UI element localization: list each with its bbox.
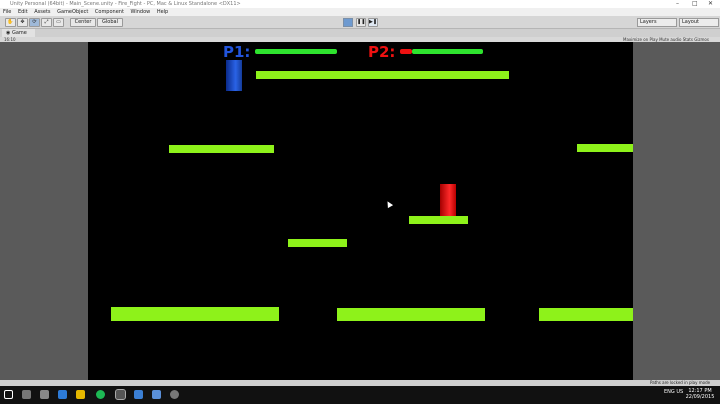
platform-left-high [169,145,274,153]
taskbar-clock[interactable]: 12:17 PM 22/09/2015 [682,388,718,400]
file-explorer-icon[interactable] [76,390,85,399]
play-button[interactable] [343,18,353,27]
p1-health-bar [255,49,337,54]
rotate-tool-button[interactable]: ⟳ [29,18,40,27]
layout-dropdown[interactable]: Layout [679,18,719,27]
move-tool-button[interactable]: ✥ [17,18,28,27]
space-toggle[interactable]: Global [97,18,123,27]
p2-damage-bar [400,49,412,54]
pivot-toggle[interactable]: Center [70,18,96,27]
language-indicator[interactable]: ENG US [664,389,683,395]
scale-tool-button[interactable]: ⤢ [41,18,52,27]
p1-label: P1: [223,43,251,61]
menu-bar: File Edit Assets GameObject Component Wi… [0,8,720,16]
visual-studio-icon[interactable] [134,390,143,399]
platform-ground-left [111,307,279,321]
task-view-icon[interactable] [40,390,49,399]
player-2-sprite [440,184,456,217]
edge-icon[interactable] [58,390,67,399]
platform-middle-right [409,216,468,224]
layers-dropdown[interactable]: Layers [637,18,677,27]
platform-ground-center [337,308,485,321]
app-icon[interactable] [170,390,179,399]
clock-date: 22/09/2015 [685,394,715,400]
menu-file[interactable]: File [3,9,11,15]
platform-right-high [577,144,633,152]
tab-bar: ◉ Game [0,29,720,37]
player-1-sprite [226,60,242,91]
maximize-icon[interactable]: □ [692,0,698,8]
platform-top [256,71,509,79]
tab-game[interactable]: ◉ Game [2,29,35,37]
search-icon[interactable] [22,390,31,399]
platform-middle [288,239,347,247]
hand-tool-button[interactable]: ✋ [5,18,16,27]
p2-health-bar [412,49,484,54]
photos-icon[interactable] [152,390,161,399]
minimize-icon[interactable]: – [676,0,679,8]
menu-help[interactable]: Help [157,9,168,15]
menu-component[interactable]: Component [95,9,124,15]
windows-taskbar: ENG US 12:17 PM 22/09/2015 [0,386,720,404]
menu-assets[interactable]: Assets [34,9,50,15]
start-button-icon[interactable] [4,390,13,399]
step-button[interactable]: ▶❚ [368,18,378,27]
mouse-cursor-icon [384,199,394,209]
toolbar: ✋ ✥ ⟳ ⤢ ▭ Center Global ❚❚ ▶❚ Layers Lay… [0,16,720,29]
window-title: Unity Personal (64bit) - Main_Scene.unit… [10,1,241,7]
p2-label: P2: [368,43,396,61]
unity-icon[interactable] [115,389,126,400]
menu-edit[interactable]: Edit [18,9,28,15]
game-view[interactable]: P1: P2: [88,42,633,380]
menu-gameobject[interactable]: GameObject [57,9,88,15]
close-icon[interactable]: ✕ [708,0,713,8]
pause-button[interactable]: ❚❚ [356,18,366,27]
menu-window[interactable]: Window [131,9,151,15]
rect-tool-button[interactable]: ▭ [53,18,64,27]
platform-ground-right [539,308,633,321]
spotify-icon[interactable] [96,390,105,399]
window-titlebar: Unity Personal (64bit) - Main_Scene.unit… [0,0,720,8]
